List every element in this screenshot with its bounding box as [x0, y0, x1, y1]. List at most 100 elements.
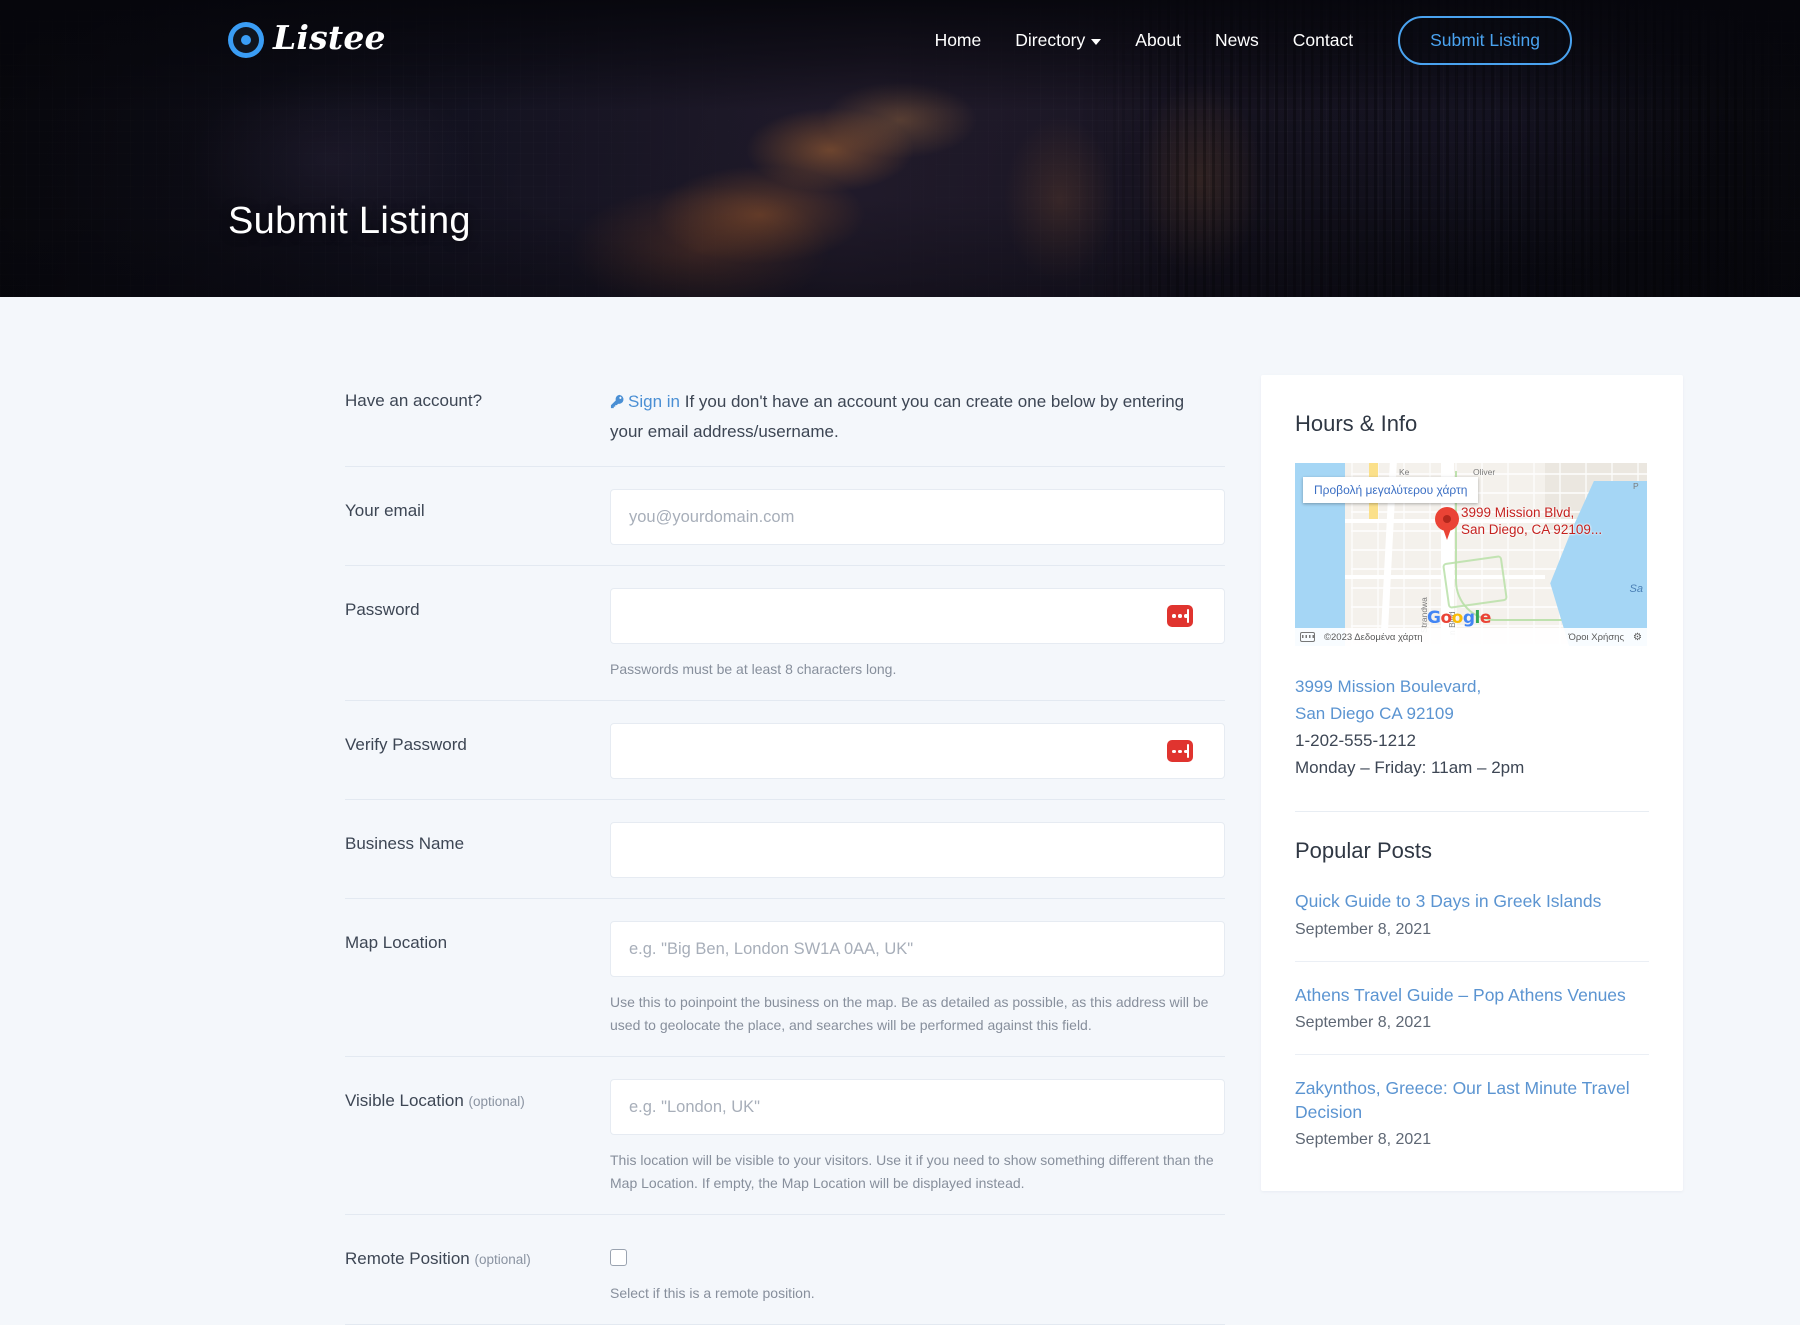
list-item: Quick Guide to 3 Days in Greek Islands S…	[1295, 890, 1649, 960]
nav-item-home-label: Home	[935, 30, 982, 51]
form-row-password: Password Passwords must be at least 8 ch…	[345, 566, 1225, 701]
label-your-email: Your email	[345, 489, 610, 523]
list-item: Athens Travel Guide – Pop Athens Venues …	[1295, 961, 1649, 1054]
nav-item-directory[interactable]: Directory	[998, 22, 1118, 59]
post-date: September 8, 2021	[1295, 1131, 1649, 1149]
visible-location-field-wrap: This location will be visible to your vi…	[610, 1079, 1225, 1194]
password-input[interactable]	[610, 588, 1225, 644]
form-row-remote-position: Remote Position (optional) Select if thi…	[345, 1215, 1225, 1325]
label-visible-location-optional: (optional)	[469, 1094, 525, 1109]
nav-item-about[interactable]: About	[1118, 22, 1198, 59]
opening-hours: Monday – Friday: 11am – 2pm	[1295, 755, 1649, 782]
target-dot-icon	[228, 22, 264, 58]
form-row-account: Have an account? Sign in If you don't ha…	[345, 375, 1225, 467]
chevron-down-icon	[1091, 39, 1101, 45]
popular-posts-title: Popular Posts	[1295, 838, 1649, 864]
label-have-an-account: Have an account?	[345, 379, 610, 413]
sign-in-link[interactable]: Sign in	[628, 392, 680, 411]
widget-hours-and-info: Hours & Info Oliver Ke P	[1295, 411, 1649, 781]
password-manager-icon[interactable]	[1167, 740, 1193, 762]
label-visible-location: Visible Location (optional)	[345, 1079, 610, 1113]
post-title-link[interactable]: Quick Guide to 3 Days in Greek Islands	[1295, 890, 1649, 913]
label-visible-location-text: Visible Location	[345, 1091, 464, 1110]
nav-item-directory-label: Directory	[1015, 30, 1085, 51]
page-title: Submit Listing	[228, 200, 471, 243]
label-map-location: Map Location	[345, 921, 610, 955]
contact-details: 3999 Mission Boulevard, San Diego CA 921…	[1295, 674, 1649, 781]
page-body: Have an account? Sign in If you don't ha…	[0, 297, 1800, 1325]
remote-position-checkbox[interactable]	[610, 1249, 627, 1266]
map-green-park	[1442, 555, 1508, 609]
map-marker-label-line2: San Diego, CA 92109...	[1461, 522, 1602, 539]
map-location-input[interactable]	[610, 921, 1225, 977]
nav-item-news[interactable]: News	[1198, 22, 1276, 59]
form-row-visible-location: Visible Location (optional) This locatio…	[345, 1057, 1225, 1215]
remote-position-help-text: Select if this is a remote position.	[610, 1282, 1225, 1304]
map-street-label-oliver: Oliver	[1473, 467, 1495, 477]
address-line-2[interactable]: San Diego CA 92109	[1295, 701, 1649, 728]
brand-logo[interactable]: Listee	[228, 21, 386, 59]
email-field-wrap	[610, 489, 1225, 545]
popular-posts-list: Quick Guide to 3 Days in Greek Islands S…	[1295, 890, 1649, 1151]
key-icon	[610, 390, 625, 418]
post-title-link[interactable]: Zakynthos, Greece: Our Last Minute Trave…	[1295, 1077, 1649, 1124]
map-location-field-wrap: Use this to poinpoint the business on th…	[610, 921, 1225, 1036]
map-attribution: ©2023 Δεδομένα χάρτη	[1324, 632, 1423, 643]
nav-item-contact[interactable]: Contact	[1276, 22, 1370, 59]
nav-links: Home Directory About News Contact Submit…	[918, 16, 1572, 65]
verify-password-field-wrap	[610, 723, 1225, 779]
visible-location-help-text: This location will be visible to your vi…	[610, 1149, 1225, 1194]
nav-item-contact-label: Contact	[1293, 30, 1353, 51]
nav-item-news-label: News	[1215, 30, 1259, 51]
map-marker-pin[interactable]	[1435, 507, 1459, 541]
label-remote-position-text: Remote Position	[345, 1249, 470, 1268]
sidebar-divider	[1295, 811, 1649, 812]
keyboard-shortcuts-icon[interactable]	[1300, 632, 1315, 642]
form-row-verify-password: Verify Password	[345, 701, 1225, 800]
hours-info-title: Hours & Info	[1295, 411, 1649, 437]
brand-name: Listee	[273, 21, 386, 59]
main-navigation: Listee Home Directory About News Contact…	[0, 0, 1800, 80]
sidebar: Hours & Info Oliver Ke P	[1261, 375, 1683, 1191]
map-marker-label-line1: 3999 Mission Blvd,	[1461, 505, 1602, 522]
signin-text-block: Sign in If you don't have an account you…	[610, 379, 1210, 446]
form-row-email: Your email	[345, 467, 1225, 566]
post-title-link[interactable]: Athens Travel Guide – Pop Athens Venues	[1295, 984, 1649, 1007]
account-field: Sign in If you don't have an account you…	[610, 379, 1225, 446]
business-name-input[interactable]	[610, 822, 1225, 878]
google-logo: Google	[1427, 608, 1491, 628]
map-street-label-ke: Ke	[1399, 467, 1409, 477]
nav-item-about-label: About	[1135, 30, 1181, 51]
address-line-1[interactable]: 3999 Mission Boulevard,	[1295, 674, 1649, 701]
label-remote-position: Remote Position (optional)	[345, 1237, 610, 1271]
google-map-embed[interactable]: Oliver Ke P Strandwa n Blvd Sa Προβολή μ…	[1295, 463, 1647, 646]
password-help-text: Passwords must be at least 8 characters …	[610, 658, 1225, 680]
list-item: Zakynthos, Greece: Our Last Minute Trave…	[1295, 1054, 1649, 1151]
label-verify-password: Verify Password	[345, 723, 610, 757]
remote-position-field-wrap: Select if this is a remote position.	[610, 1237, 1225, 1304]
widget-popular-posts: Popular Posts Quick Guide to 3 Days in G…	[1295, 838, 1649, 1151]
view-larger-map-link[interactable]: Προβολή μεγαλύτερου χάρτη	[1303, 477, 1478, 503]
email-input[interactable]	[610, 489, 1225, 545]
form-row-map-location: Map Location Use this to poinpoint the b…	[345, 899, 1225, 1057]
phone-number: 1-202-555-1212	[1295, 728, 1649, 755]
submit-listing-button[interactable]: Submit Listing	[1398, 16, 1572, 65]
map-terms-link[interactable]: Όροι Χρήσης	[1568, 632, 1624, 643]
submit-listing-form: Have an account? Sign in If you don't ha…	[345, 375, 1225, 1325]
report-problem-icon[interactable]: ⚙	[1633, 632, 1642, 643]
nav-item-home[interactable]: Home	[918, 22, 999, 59]
map-marker-label: 3999 Mission Blvd, San Diego, CA 92109..…	[1461, 505, 1602, 539]
form-row-business-name: Business Name	[345, 800, 1225, 899]
label-business-name: Business Name	[345, 822, 610, 856]
post-date: September 8, 2021	[1295, 1014, 1649, 1032]
hero-banner: Listee Home Directory About News Contact…	[0, 0, 1800, 297]
password-field-wrap: Passwords must be at least 8 characters …	[610, 588, 1225, 680]
map-footer-bar: ©2023 Δεδομένα χάρτη Όροι Χρήσης ⚙	[1295, 628, 1647, 646]
label-password: Password	[345, 588, 610, 622]
verify-password-input[interactable]	[610, 723, 1225, 779]
visible-location-input[interactable]	[610, 1079, 1225, 1135]
password-manager-icon[interactable]	[1167, 605, 1193, 627]
label-remote-position-optional: (optional)	[474, 1252, 530, 1267]
business-name-field-wrap	[610, 822, 1225, 878]
map-location-help-text: Use this to poinpoint the business on th…	[610, 991, 1225, 1036]
